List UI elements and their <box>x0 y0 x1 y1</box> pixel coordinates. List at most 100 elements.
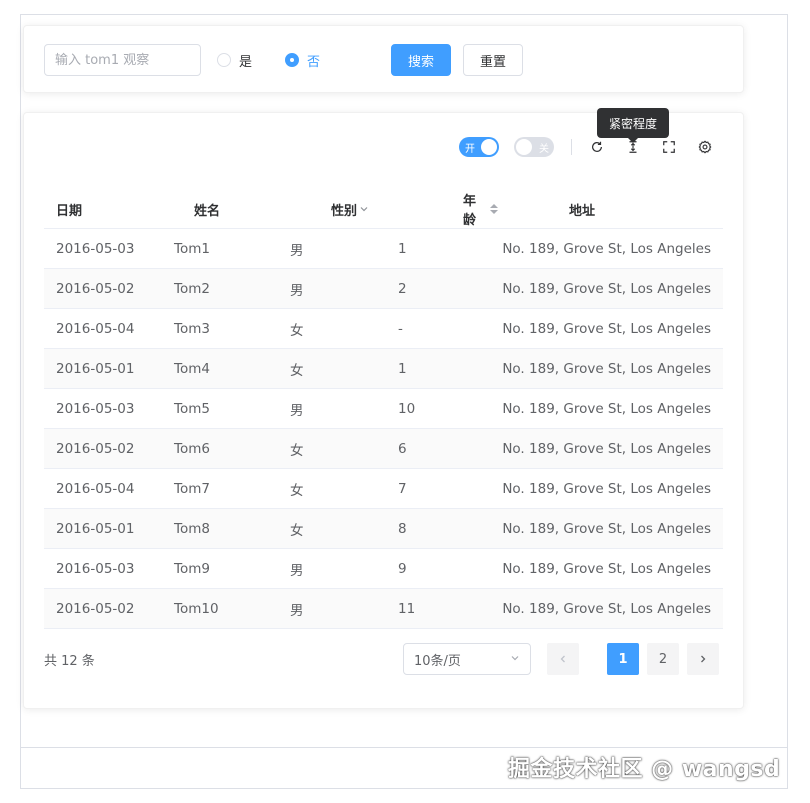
cell-address: No. 189, Grove St, Los Angeles <box>502 561 711 577</box>
cell-gender: 男 <box>290 283 304 299</box>
radio-checked-icon <box>285 53 299 67</box>
switch-knob <box>516 139 532 155</box>
density-tooltip: 紧密程度 <box>597 108 669 143</box>
search-form-card: 是 否 搜索 重置 <box>23 25 744 93</box>
radio-no[interactable]: 否 <box>285 52 321 70</box>
footer-divider <box>21 747 787 748</box>
cell-address: No. 189, Grove St, Los Angeles <box>502 321 711 337</box>
cell-age: 8 <box>398 521 407 537</box>
cell-age: 6 <box>398 441 407 457</box>
watermark: 掘金技术社区 @ wangsd <box>508 757 781 782</box>
next-page-button[interactable] <box>687 643 719 675</box>
prev-page-button[interactable] <box>547 643 579 675</box>
cell-date: 2016-05-04 <box>56 321 135 337</box>
cell-name: Tom10 <box>174 601 219 617</box>
switch-knob <box>481 139 497 155</box>
cell-age: - <box>398 321 403 337</box>
radio-yes-label: 是 <box>239 54 253 70</box>
filter-chevron-icon[interactable] <box>359 204 369 214</box>
cell-date: 2016-05-04 <box>56 481 135 497</box>
fullscreen-icon[interactable] <box>661 139 677 155</box>
cell-age: 7 <box>398 481 407 497</box>
header-age-label: 年龄 <box>463 194 477 228</box>
table-card: 紧密程度 开 关 日期 姓名 性别 年龄 地址 2016-05-03 Tom1 … <box>23 108 744 709</box>
density-icon[interactable] <box>625 139 641 155</box>
radio-no-label: 否 <box>307 54 321 70</box>
switch-on-text: 开 <box>465 144 475 155</box>
cell-age: 10 <box>398 401 416 417</box>
cell-gender: 女 <box>290 483 304 499</box>
toggle-switch-on[interactable]: 开 <box>459 137 499 157</box>
cell-age: 11 <box>398 601 416 617</box>
page-size-select[interactable]: 10条/页 <box>403 643 531 675</box>
cell-date: 2016-05-02 <box>56 601 135 617</box>
cell-name: Tom8 <box>174 521 210 537</box>
settings-icon[interactable] <box>697 139 713 155</box>
radio-yes[interactable]: 是 <box>217 52 253 70</box>
cell-age: 9 <box>398 561 407 577</box>
cell-address: No. 189, Grove St, Los Angeles <box>502 241 711 257</box>
table-body: 2016-05-03 Tom1 男 1 No. 189, Grove St, Los A… <box>44 229 723 629</box>
pagination-total: 共 12 条 <box>44 654 95 669</box>
cell-name: Tom2 <box>174 281 210 297</box>
cell-age: 2 <box>398 281 407 297</box>
cell-address: No. 189, Grove St, Los Angeles <box>502 521 711 537</box>
cell-gender: 男 <box>290 603 304 619</box>
cell-name: Tom3 <box>174 321 210 337</box>
cell-date: 2016-05-02 <box>56 441 135 457</box>
cell-gender: 女 <box>290 443 304 459</box>
table-row: 2016-05-01 Tom4 女 1 No. 189, Grove St, Los A… <box>44 349 723 389</box>
table-row: 2016-05-01 Tom8 女 8 No. 189, Grove St, Los A… <box>44 509 723 549</box>
page-size-value: 10条/页 <box>414 653 461 669</box>
refresh-icon[interactable] <box>589 139 605 155</box>
data-table: 日期 姓名 性别 年龄 地址 2016-05-03 Tom1 男 1 No. 189, … <box>44 189 723 629</box>
cell-gender: 女 <box>290 523 304 539</box>
cell-name: Tom5 <box>174 401 210 417</box>
header-address: 地址 <box>569 203 596 219</box>
search-button[interactable]: 搜索 <box>391 44 451 76</box>
chevron-right-icon <box>701 655 706 663</box>
table-row: 2016-05-04 Tom7 女 7 No. 189, Grove St, Los A… <box>44 469 723 509</box>
cell-address: No. 189, Grove St, Los Angeles <box>502 361 711 377</box>
table-row: 2016-05-03 Tom1 男 1 No. 189, Grove St, Los A… <box>44 229 723 269</box>
header-age[interactable]: 年龄 <box>398 189 498 229</box>
radio-circle-icon <box>217 53 231 67</box>
cell-date: 2016-05-03 <box>56 241 135 257</box>
cell-name: Tom1 <box>174 241 210 257</box>
cell-date: 2016-05-01 <box>56 361 135 377</box>
table-row: 2016-05-03 Tom5 男 10 No. 189, Grove St, Los … <box>44 389 723 429</box>
cell-gender: 男 <box>290 563 304 579</box>
header-gender-label: 性别 <box>331 203 358 219</box>
page-button-1[interactable]: 1 <box>607 643 639 675</box>
cell-gender: 女 <box>290 323 304 339</box>
cell-date: 2016-05-02 <box>56 281 135 297</box>
cell-date: 2016-05-01 <box>56 521 135 537</box>
table-row: 2016-05-02 Tom10 男 11 No. 189, Grove St, Los… <box>44 589 723 629</box>
cell-address: No. 189, Grove St, Los Angeles <box>502 601 711 617</box>
sort-caret-icon[interactable] <box>490 204 498 214</box>
cell-address: No. 189, Grove St, Los Angeles <box>502 441 711 457</box>
cell-address: No. 189, Grove St, Los Angeles <box>502 481 711 497</box>
chevron-left-icon <box>560 655 565 663</box>
table-row: 2016-05-03 Tom9 男 9 No. 189, Grove St, Los A… <box>44 549 723 589</box>
toggle-switch-off[interactable]: 关 <box>514 137 554 157</box>
table-row: 2016-05-02 Tom2 男 2 No. 189, Grove St, Los A… <box>44 269 723 309</box>
table-header: 日期 姓名 性别 年龄 地址 <box>44 189 723 229</box>
reset-button[interactable]: 重置 <box>463 44 523 76</box>
cell-date: 2016-05-03 <box>56 401 135 417</box>
toolbar-divider <box>571 139 572 155</box>
cell-age: 1 <box>398 241 407 257</box>
search-input[interactable] <box>44 44 201 76</box>
header-date: 日期 <box>56 203 83 219</box>
cell-age: 1 <box>398 361 407 377</box>
cell-date: 2016-05-03 <box>56 561 135 577</box>
cell-name: Tom9 <box>174 561 210 577</box>
page-button-2[interactable]: 2 <box>647 643 679 675</box>
cell-gender: 男 <box>290 403 304 419</box>
header-gender[interactable]: 性别 <box>290 189 398 229</box>
switch-off-text: 关 <box>539 144 549 155</box>
cell-gender: 女 <box>290 363 304 379</box>
table-row: 2016-05-04 Tom3 女 - No. 189, Grove St, Los A… <box>44 309 723 349</box>
cell-address: No. 189, Grove St, Los Angeles <box>502 281 711 297</box>
cell-gender: 男 <box>290 243 304 259</box>
